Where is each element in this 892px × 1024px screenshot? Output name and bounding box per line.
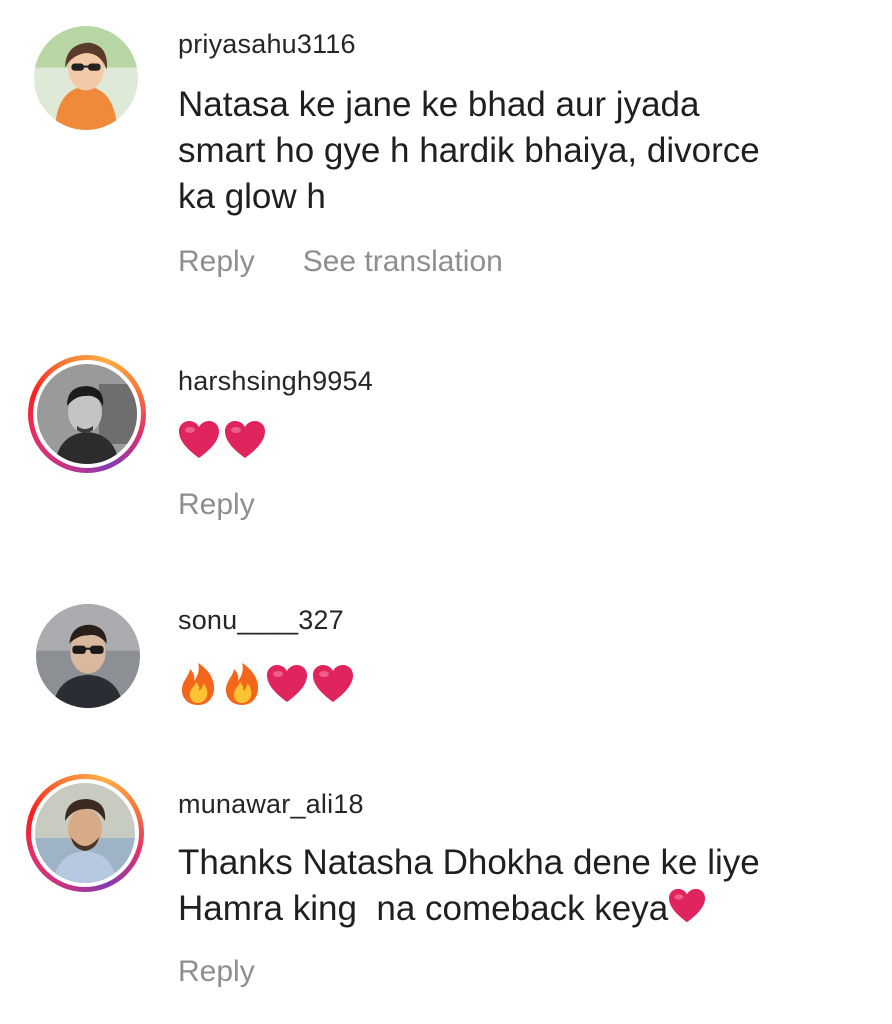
comment-text-line: Thanks Natasha Dhokha dene ke liye — [178, 843, 760, 882]
see-translation-button[interactable]: See translation — [303, 245, 503, 279]
comment-username[interactable]: sonu____327 — [178, 605, 344, 636]
comment-text: Natasa ke jane ke bhad aur jyada smart h… — [178, 82, 868, 220]
avatar[interactable] — [34, 26, 138, 130]
comment-emoji-row — [178, 420, 266, 460]
comment-text-line: Hamra king na comeback keya — [178, 889, 669, 928]
fire-icon — [178, 662, 218, 706]
comment-actions: Reply — [178, 955, 255, 989]
reply-button[interactable]: Reply — [178, 955, 255, 989]
avatar-story-ring[interactable] — [26, 774, 144, 892]
red-heart-icon — [178, 420, 220, 460]
red-heart-icon — [266, 664, 308, 706]
avatar-story-ring[interactable] — [28, 355, 146, 473]
profile-photo — [35, 783, 135, 883]
comment-text-line: ka glow h — [178, 177, 326, 216]
reply-button[interactable]: Reply — [178, 488, 255, 522]
profile-photo — [37, 364, 137, 464]
comment-username[interactable]: munawar_ali18 — [178, 789, 364, 820]
comment-username[interactable]: harshsingh9954 — [178, 366, 373, 397]
reply-button[interactable]: Reply — [178, 245, 255, 279]
comment-actions: Reply See translation — [178, 245, 503, 279]
comment-username[interactable]: priyasahu3116 — [178, 29, 356, 60]
red-heart-icon — [312, 664, 354, 706]
profile-photo — [34, 26, 138, 130]
fire-icon — [222, 662, 262, 706]
avatar[interactable] — [36, 604, 140, 708]
red-heart-icon — [668, 888, 706, 936]
red-heart-icon — [224, 420, 266, 460]
comment-text-line: Natasa ke jane ke bhad aur jyada — [178, 85, 700, 124]
comment-thread: priyasahu3116 Natasa ke jane ke bhad aur… — [0, 0, 892, 1024]
comment-actions: Reply — [178, 488, 255, 522]
comment-text-line-wrap: Hamra king na comeback keya — [178, 886, 868, 936]
comment-text-line: smart ho gye h hardik bhaiya, divorce — [178, 131, 760, 170]
comment-emoji-row — [178, 662, 354, 706]
profile-photo — [36, 604, 140, 708]
comment-text: Thanks Natasha Dhokha dene ke liye Hamra… — [178, 840, 868, 936]
